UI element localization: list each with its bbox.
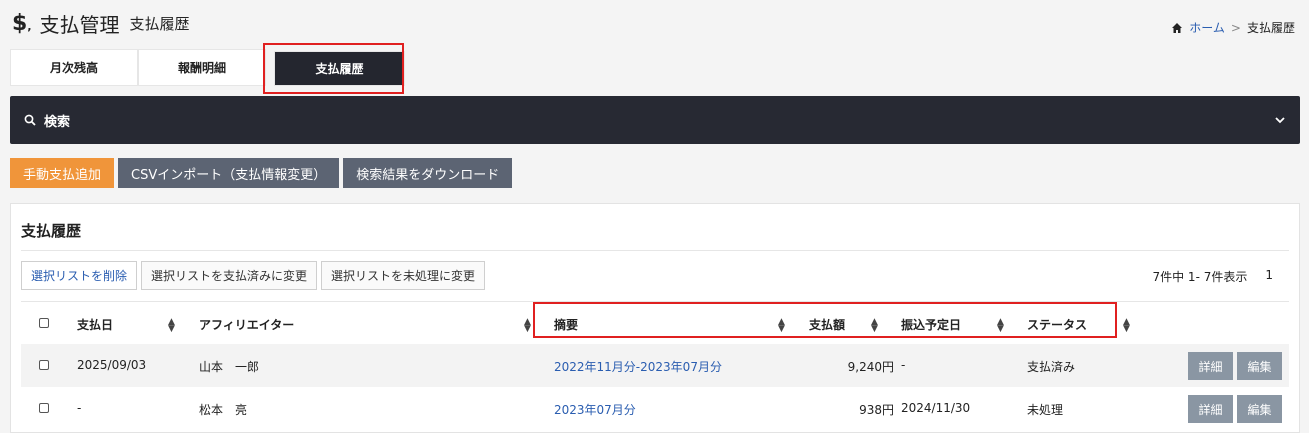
affiliator-name: 山本 一郎 <box>199 360 260 374</box>
scheduled-date: - <box>901 358 906 372</box>
detail-button[interactable]: 詳細 <box>1188 352 1233 380</box>
action-buttons: 手動支払追加 CSVインポート（支払情報変更） 検索結果をダウンロード <box>10 158 513 188</box>
affiliator-name: 松本 亮 <box>199 403 248 417</box>
panel-title: 支払履歴 <box>21 222 82 240</box>
payment-amount: 938円 <box>859 403 894 417</box>
summary-link[interactable]: 2023年07月分 <box>554 401 636 418</box>
mark-selected-unprocessed-button[interactable]: 選択リストを未処理に変更 <box>321 261 486 290</box>
column-header-affiliator[interactable]: アフィリエイター <box>199 316 294 333</box>
search-bar[interactable]: 検索 <box>10 96 1300 144</box>
table-row: 2025/09/03 山本 一郎 2022年11月分-2023年07月分 9,2… <box>21 344 1289 387</box>
summary-link[interactable]: 2022年11月分-2023年07月分 <box>554 358 722 375</box>
row-checkbox[interactable] <box>39 360 49 370</box>
mark-selected-paid-button[interactable]: 選択リストを支払済みに変更 <box>141 261 318 290</box>
row-checkbox[interactable] <box>39 403 49 413</box>
status: 支払済み <box>1027 360 1076 374</box>
page-number[interactable]: 1 <box>1265 268 1273 285</box>
dollar-icon: $, <box>12 10 32 36</box>
list-action-buttons: 選択リストを削除 選択リストを支払済みに変更 選択リストを未処理に変更 <box>21 261 486 290</box>
chevron-down-icon[interactable] <box>1274 115 1286 125</box>
home-icon[interactable] <box>1171 22 1183 34</box>
detail-button[interactable]: 詳細 <box>1188 395 1233 423</box>
edit-button[interactable]: 編集 <box>1237 352 1282 380</box>
page-header: $, 支払管理 支払履歴 <box>12 8 190 38</box>
status: 未処理 <box>1027 403 1064 417</box>
edit-button[interactable]: 編集 <box>1237 395 1282 423</box>
select-all-checkbox[interactable] <box>39 318 49 328</box>
search-label: 検索 <box>44 114 71 130</box>
manual-payment-add-button[interactable]: 手動支払追加 <box>10 158 115 188</box>
column-header-payment-date[interactable]: 支払日 <box>77 316 113 333</box>
tab-highlight-box <box>263 43 404 94</box>
breadcrumb-separator: > <box>1230 20 1241 35</box>
payment-amount: 9,240円 <box>847 360 894 374</box>
sort-icon[interactable]: ▲ ▼ <box>168 318 175 334</box>
pagination-summary: 7件中 1- 7件表示 <box>1152 270 1248 284</box>
table-row: - 松本 亮 2023年07月分 938円 2024/11/30 未処理 詳細 … <box>21 387 1289 430</box>
breadcrumb-home-link[interactable]: ホーム <box>1189 19 1225 36</box>
tab-reward-details[interactable]: 報酬明細 <box>138 49 266 86</box>
payment-date: 2025/09/03 <box>77 358 147 372</box>
sort-icon[interactable]: ▲ ▼ <box>1123 318 1130 334</box>
tab-monthly-balance[interactable]: 月次残高 <box>10 49 138 86</box>
csv-import-button[interactable]: CSVインポート（支払情報変更） <box>118 158 340 188</box>
divider <box>21 250 1289 251</box>
breadcrumb-current: 支払履歴 <box>1246 21 1295 35</box>
payment-date: - <box>77 401 82 415</box>
download-results-button[interactable]: 検索結果をダウンロード <box>343 158 513 188</box>
page-title: 支払管理 <box>39 12 120 37</box>
search-icon <box>24 114 36 126</box>
page-subtitle: 支払履歴 <box>129 14 190 33</box>
scheduled-date: 2024/11/30 <box>901 401 971 415</box>
sort-icon[interactable]: ▲ ▼ <box>524 318 531 334</box>
pagination: 7件中 1- 7件表示 1 <box>1152 268 1273 285</box>
columns-highlight-box <box>533 302 1117 338</box>
delete-selected-button[interactable]: 選択リストを削除 <box>21 261 138 290</box>
breadcrumb: ホーム > 支払履歴 <box>1171 19 1295 36</box>
